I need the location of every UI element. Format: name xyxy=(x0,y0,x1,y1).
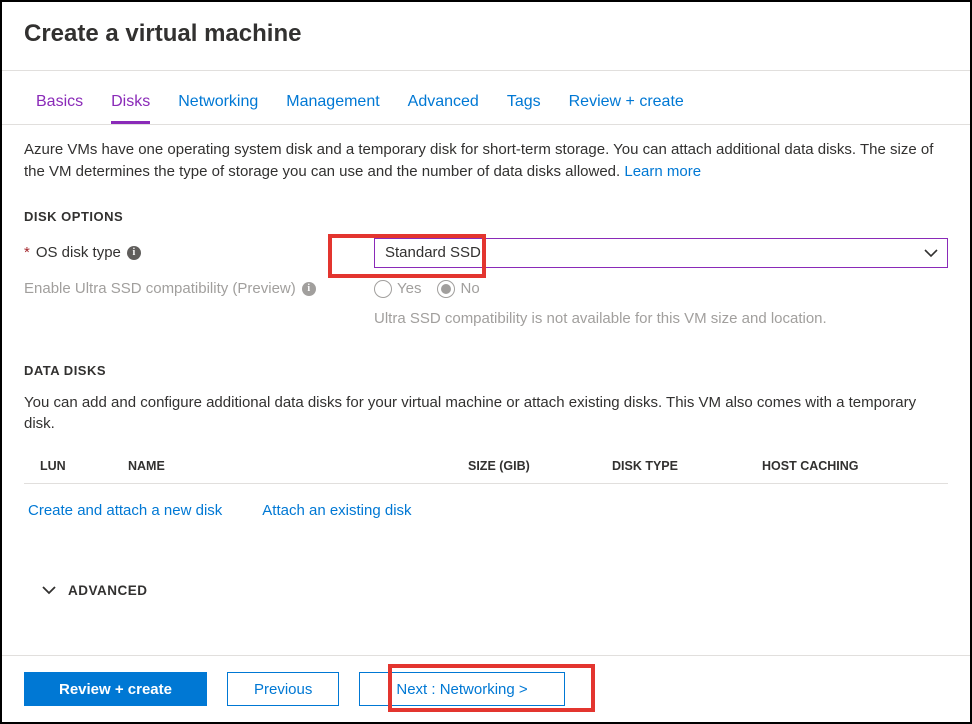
tab-tags[interactable]: Tags xyxy=(507,93,541,124)
required-indicator: * xyxy=(24,244,30,261)
disks-description-text: Azure VMs have one operating system disk… xyxy=(24,141,933,180)
column-type: DISK TYPE xyxy=(612,459,762,473)
tab-networking[interactable]: Networking xyxy=(178,93,258,124)
create-attach-disk-link[interactable]: Create and attach a new disk xyxy=(28,502,222,519)
data-disks-heading: DATA DISKS xyxy=(24,363,948,378)
disks-description: Azure VMs have one operating system disk… xyxy=(24,139,948,183)
attach-existing-disk-link[interactable]: Attach an existing disk xyxy=(262,502,411,519)
learn-more-link[interactable]: Learn more xyxy=(624,163,701,180)
disk-options-heading: DISK OPTIONS xyxy=(24,209,948,224)
ultra-ssd-no-label: No xyxy=(460,280,479,297)
tab-advanced[interactable]: Advanced xyxy=(408,93,479,124)
column-size: SIZE (GIB) xyxy=(468,459,612,473)
info-icon[interactable]: i xyxy=(127,246,141,260)
ultra-ssd-yes-label: Yes xyxy=(397,280,421,297)
data-disks-table-header: LUN NAME SIZE (GIB) DISK TYPE HOST CACHI… xyxy=(24,449,948,484)
info-icon: i xyxy=(302,282,316,296)
column-caching: HOST CACHING xyxy=(762,459,948,473)
tab-management[interactable]: Management xyxy=(286,93,379,124)
advanced-accordion-label: ADVANCED xyxy=(68,583,148,598)
ultra-ssd-no-radio xyxy=(437,280,455,298)
ultra-ssd-helper-text: Ultra SSD compatibility is not available… xyxy=(374,310,948,327)
next-networking-button[interactable]: Next : Networking > xyxy=(359,672,564,706)
page-title: Create a virtual machine xyxy=(24,20,948,48)
column-lun: LUN xyxy=(40,459,128,473)
ultra-ssd-radio-group: Yes No xyxy=(374,280,480,298)
advanced-accordion[interactable]: ADVANCED xyxy=(24,565,948,610)
chevron-down-icon xyxy=(42,583,56,598)
footer: Review + create Previous Next : Networki… xyxy=(2,655,970,722)
tabs-row: Basics Disks Networking Management Advan… xyxy=(2,71,970,125)
ultra-ssd-label: Enable Ultra SSD compatibility (Preview)… xyxy=(24,280,374,297)
ultra-ssd-yes-radio xyxy=(374,280,392,298)
review-create-button[interactable]: Review + create xyxy=(24,672,207,706)
tab-basics[interactable]: Basics xyxy=(36,93,83,124)
tab-disks[interactable]: Disks xyxy=(111,93,150,124)
tab-review-create[interactable]: Review + create xyxy=(569,93,684,124)
data-disks-description: You can add and configure additional dat… xyxy=(24,392,948,436)
os-disk-type-value: Standard SSD xyxy=(385,244,481,261)
column-name: NAME xyxy=(128,459,468,473)
os-disk-type-label: * OS disk type i xyxy=(24,244,374,261)
os-disk-type-label-text: OS disk type xyxy=(36,244,121,261)
os-disk-type-select[interactable]: Standard SSD xyxy=(374,238,948,268)
ultra-ssd-label-text: Enable Ultra SSD compatibility (Preview) xyxy=(24,280,296,297)
previous-button[interactable]: Previous xyxy=(227,672,339,706)
